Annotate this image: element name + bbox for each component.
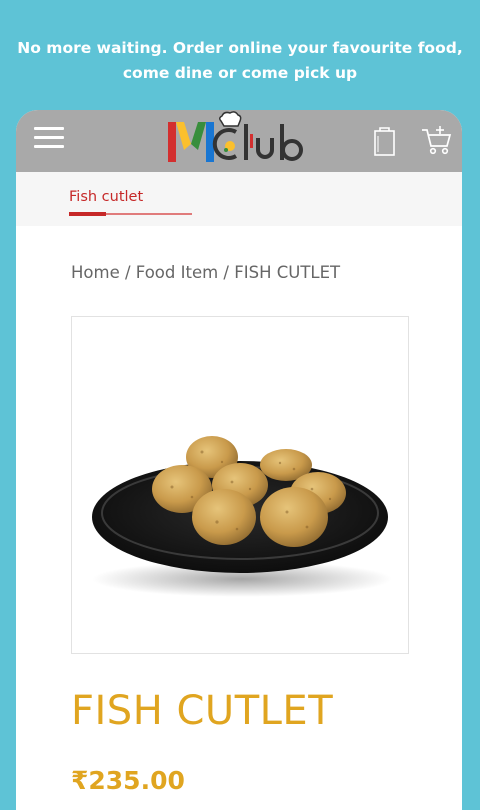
promo-line-1: No more waiting. Order online your favou… <box>17 39 463 57</box>
bag-icon[interactable] <box>368 124 402 158</box>
logo-graphic <box>168 111 303 162</box>
app-screen: Fish cutlet Home / Food Item / FISH CUTL… <box>16 110 462 810</box>
cart-icon[interactable] <box>420 124 454 158</box>
breadcrumb-separator: / <box>119 263 136 282</box>
tab-fish-cutlet[interactable]: Fish cutlet <box>69 189 143 205</box>
breadcrumb-separator: / <box>218 263 235 282</box>
product-title: FISH CUTLET <box>71 688 334 734</box>
category-tabs: Fish cutlet <box>16 172 462 226</box>
breadcrumb-food-item[interactable]: Food Item <box>136 263 218 282</box>
fish-cutlet-photo <box>92 436 392 597</box>
app-header <box>16 110 462 172</box>
tab-active-indicator <box>69 212 106 216</box>
hamburger-icon[interactable] <box>34 127 64 149</box>
mclub-logo[interactable] <box>166 110 316 170</box>
promo-banner: No more waiting. Order online your favou… <box>0 36 480 86</box>
promo-line-2: come dine or come pick up <box>122 64 358 82</box>
breadcrumb-home[interactable]: Home <box>71 263 120 282</box>
product-price: ₹235.00 <box>71 766 185 795</box>
breadcrumb: Home / Food Item / FISH CUTLET <box>71 263 340 282</box>
product-image[interactable] <box>71 316 409 654</box>
breadcrumb-current: FISH CUTLET <box>234 263 341 282</box>
